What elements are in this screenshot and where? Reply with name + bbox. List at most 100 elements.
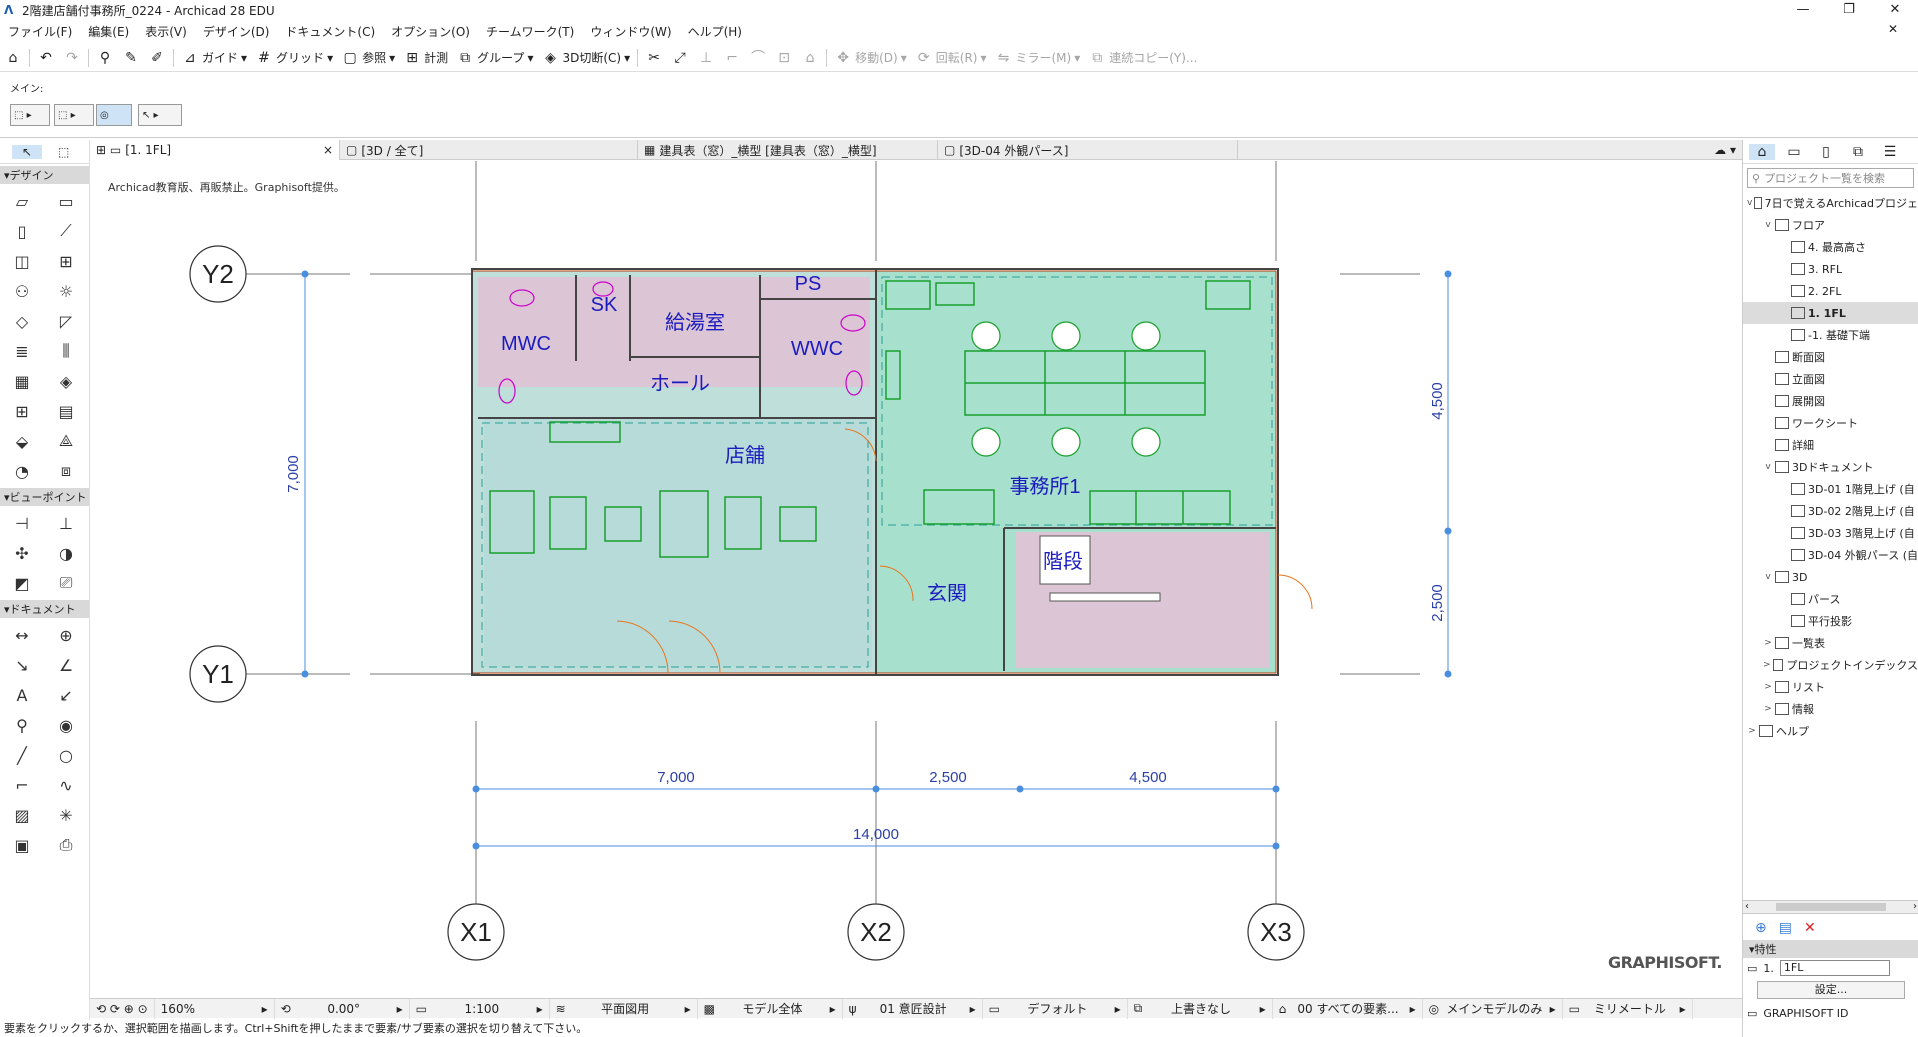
structure-display-selector[interactable]: ▩ モデル全体 ▸ <box>698 998 843 1019</box>
quick-selection-button[interactable]: ◎ <box>96 104 132 126</box>
navigator-menu-icon[interactable]: ☰ <box>1877 144 1903 160</box>
tab-3d-all[interactable]: ▢ [3D / 全て] <box>340 140 638 160</box>
column-tool[interactable]: ▯ <box>0 218 44 244</box>
tree-item[interactable]: 立面図 <box>1743 368 1918 390</box>
view-settings-button[interactable]: ☁ ▾ <box>1708 140 1742 160</box>
tree-item[interactable]: > リスト <box>1743 676 1918 698</box>
chevron-down-icon[interactable]: v <box>1747 198 1752 208</box>
tree-item[interactable]: 平行投影 <box>1743 610 1918 632</box>
pen-set-selector[interactable]: ψ 01 意匠設計 ▸ <box>843 998 983 1019</box>
scale-selector[interactable]: ▭ 1:100 ▸ <box>410 998 550 1019</box>
zoom-controls[interactable]: ⟲ ⟳ ⊕ ⊙ <box>90 998 155 1019</box>
stair-tool[interactable]: ≣ <box>0 338 44 364</box>
window-tool[interactable]: ⊞ <box>44 248 88 274</box>
tree-item[interactable]: v 3D <box>1743 566 1918 588</box>
wall-tool[interactable]: ▱ <box>0 188 44 214</box>
adjust-button[interactable]: ⤢ <box>667 46 693 70</box>
fill-tool-2[interactable]: ◉ <box>44 712 88 738</box>
mainmodel-selector[interactable]: ◎ メインモデルのみ ▸ <box>1423 998 1563 1019</box>
tree-item[interactable]: > プロジェクトインデックス <box>1743 654 1918 676</box>
tree-item[interactable]: パース <box>1743 588 1918 610</box>
guide-button[interactable]: ⊿ ガイド ▾ <box>177 46 251 70</box>
graphisoft-id-label[interactable]: GRAPHISOFT ID <box>1763 1007 1848 1020</box>
marquee-button[interactable]: ⬚ ▸ <box>54 104 94 126</box>
tree-item[interactable]: > 情報 <box>1743 698 1918 720</box>
group-button[interactable]: ⧉ グループ ▾ <box>452 46 537 70</box>
roof-tool[interactable]: ◸ <box>44 308 88 334</box>
multicopy-button[interactable]: ⧉ 連続コピー(Y)... <box>1084 46 1201 70</box>
worksheet-tool[interactable]: ◑ <box>44 540 88 566</box>
menu-edit[interactable]: 編集(E) <box>80 23 137 40</box>
publisher-icon[interactable]: ⧉ <box>1845 144 1871 160</box>
elevation-tool[interactable]: ⊥ <box>44 510 88 536</box>
undo-button[interactable]: ↶ <box>33 46 59 70</box>
mirror-button[interactable]: ⇋ ミラー(M) ▾ <box>991 46 1085 70</box>
model-view-selector[interactable]: ▭ デフォルト ▸ <box>983 998 1128 1019</box>
dimension-tool[interactable]: ↔ <box>0 622 44 648</box>
layer-combo-selector[interactable]: ≋ 平面図用 ▸ <box>550 998 698 1019</box>
navigator-scrollbar[interactable]: ‹ › <box>1743 900 1918 914</box>
tab-window-schedule[interactable]: ▦ 建具表（窓）_横型 [建具表（窓）_横型] <box>638 140 938 160</box>
tree-item[interactable]: 3D-02 2階見上げ (自 <box>1743 500 1918 522</box>
tree-item[interactable]: ワークシート <box>1743 412 1918 434</box>
menu-options[interactable]: オプション(O) <box>383 23 478 40</box>
chevron-down-icon[interactable]: v <box>1763 462 1773 472</box>
zone-tool[interactable]: ▤ <box>44 398 88 424</box>
circle-tool[interactable]: ○ <box>44 742 88 768</box>
rotate-button[interactable]: ⟳ 回転(R) ▾ <box>911 46 991 70</box>
tree-item[interactable]: 3D-01 1階見上げ (自 <box>1743 478 1918 500</box>
object-tool[interactable]: ⚇ <box>0 278 44 304</box>
home-button[interactable]: ⌂ <box>0 46 26 70</box>
menu-design[interactable]: デザイン(D) <box>195 23 278 40</box>
arrow-tool[interactable]: ↖ <box>12 144 42 159</box>
unit-selector[interactable]: ▭ ミリメートル ▸ <box>1563 998 1693 1019</box>
curtain-wall-tool[interactable]: ▭ <box>44 188 88 214</box>
project-search-input[interactable]: ⚲ プロジェクト一覧を検索 <box>1747 168 1914 188</box>
override-selector[interactable]: ⧉ 上書きなし ▸ <box>1128 998 1273 1019</box>
railing-tool[interactable]: ⫼ <box>44 338 88 364</box>
section-tool[interactable]: ⊣ <box>0 510 44 536</box>
menu-file[interactable]: ファイル(F) <box>0 23 80 40</box>
chevron-down-icon[interactable]: v <box>1763 220 1773 230</box>
tree-item[interactable]: > 一覧表 <box>1743 632 1918 654</box>
close-document-button[interactable]: ✕ <box>1880 22 1906 36</box>
explode-button[interactable]: ⊡ <box>771 46 797 70</box>
arrow-tool-button[interactable]: ↖ ▸ <box>138 104 182 126</box>
chevron-down-icon[interactable]: v <box>1763 572 1773 582</box>
slab-tool[interactable]: ◇ <box>0 308 44 334</box>
detail-tool[interactable]: ◩ <box>0 570 44 596</box>
tree-item[interactable]: 断面図 <box>1743 346 1918 368</box>
lamp-tool[interactable]: ☼ <box>44 278 88 304</box>
hotspot-tool[interactable]: ✳ <box>44 802 88 828</box>
chevron-right-icon[interactable]: > <box>1763 638 1773 648</box>
delete-icon[interactable]: ✕ <box>1804 920 1816 936</box>
menu-window[interactable]: ウィンドウ(W) <box>582 23 679 40</box>
tab-close-button[interactable]: × <box>323 143 333 157</box>
chevron-right-icon[interactable]: > <box>1763 704 1773 714</box>
tree-item[interactable]: 詳細 <box>1743 434 1918 456</box>
close-button[interactable]: ✕ <box>1872 0 1918 20</box>
tree-item[interactable]: 3. RFL <box>1743 258 1918 280</box>
3d-cut-button[interactable]: ◈ 3D切断(C) ▾ <box>537 46 634 70</box>
renovation-filter-selector[interactable]: ⌂ 00 すべての要素... ▸ <box>1273 998 1423 1019</box>
text-tool[interactable]: A <box>0 682 44 708</box>
toolbox-document-header[interactable]: ▾ ドキュメント <box>0 600 89 618</box>
settings-button[interactable]: 設定... <box>1757 981 1905 999</box>
zoom-level[interactable]: 160% ▸ <box>155 998 275 1019</box>
interior-elevation-tool[interactable]: ✣ <box>0 540 44 566</box>
roof-button[interactable]: ⌂ <box>797 46 823 70</box>
chevron-right-icon[interactable]: > <box>1763 660 1771 670</box>
tree-item[interactable]: 3D-03 3階見上げ (自 <box>1743 522 1918 544</box>
menu-help[interactable]: ヘルプ(H) <box>680 23 750 40</box>
fill-tool[interactable]: ▨ <box>0 802 44 828</box>
menu-teamwork[interactable]: チームワーク(T) <box>478 23 582 40</box>
skylight-tool[interactable]: ◈ <box>44 368 88 394</box>
properties-header[interactable]: ▾ 特性 <box>1743 940 1918 958</box>
label-tool[interactable]: ↙ <box>44 682 88 708</box>
props-name-field[interactable]: 1FL <box>1779 960 1890 976</box>
line-tool[interactable]: ╱ <box>0 742 44 768</box>
offset-button[interactable]: ⌒ <box>745 46 771 70</box>
selection-method-button[interactable]: ⬚ ▸ <box>10 104 50 126</box>
grid-button[interactable]: # グリッド ▾ <box>251 46 337 70</box>
trim-button[interactable]: ✂ <box>641 46 667 70</box>
